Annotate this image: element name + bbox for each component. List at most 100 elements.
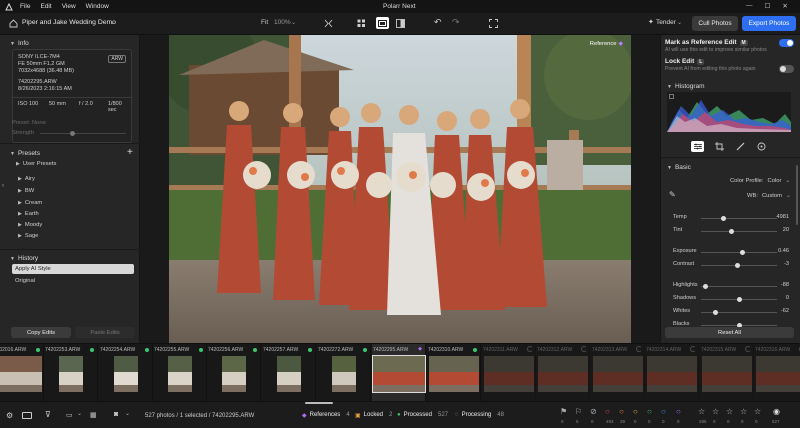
preset-group-user[interactable]: ▶ User Presets [16, 161, 56, 167]
adjust-row-shadows[interactable]: Shadows 0 [661, 295, 800, 305]
filmstrip-thumb[interactable]: 74202255.ARW [153, 344, 207, 402]
home-icon[interactable] [8, 18, 18, 28]
adjust-slider-track[interactable] [701, 284, 777, 289]
adjust-slider-knob[interactable] [728, 229, 734, 234]
filmstrip-thumb[interactable]: 74202257.ARW [262, 344, 316, 402]
grid-sort-icon[interactable]: ▦ [90, 411, 97, 419]
purple-label-icon[interactable]: ○ [676, 407, 681, 416]
filmstrip-thumb[interactable]: 74202272.ARW [317, 344, 371, 402]
preset-chevron-down-icon[interactable]: ⌄ [677, 19, 682, 26]
adjust-slider-knob[interactable] [703, 284, 709, 289]
fullscreen-icon[interactable] [488, 18, 498, 28]
zoom-chevron-down-icon[interactable]: ⌄ [291, 19, 296, 26]
filmstrip-thumb[interactable]: 74202313.ARW [591, 344, 645, 402]
chevron-down-icon[interactable]: ⌄ [77, 410, 82, 417]
blue-label-icon[interactable]: ○ [661, 407, 666, 416]
color-profile-select[interactable]: Color [768, 178, 782, 184]
chevron-down-icon[interactable]: ⌄ [785, 178, 790, 184]
star-rating-4-icon[interactable]: ☆ [740, 407, 747, 416]
redo-icon[interactable]: ↷ [452, 17, 460, 28]
preset-style-select[interactable]: Tender [656, 19, 676, 26]
export-photos-button[interactable]: Export Photos [742, 16, 796, 31]
eyedropper-icon[interactable]: ✎ [669, 190, 676, 199]
adjust-row-temp[interactable]: Temp 4981 [661, 214, 800, 224]
filmstrip-thumb[interactable]: 74202316.ARW [754, 344, 800, 402]
settings-icon[interactable]: ⚙ [6, 411, 13, 420]
preset-item-cream[interactable]: ▶ Cream [18, 200, 42, 206]
keep-flag-icon[interactable]: ⚑ [560, 407, 567, 416]
fit-label[interactable]: Fit [261, 19, 268, 26]
adjust-slider-knob[interactable] [712, 310, 718, 315]
keyboard-icon[interactable] [22, 412, 32, 419]
maximize-icon[interactable]: ☐ [765, 2, 771, 10]
filmstrip-thumb[interactable]: 74202311.ARW [482, 344, 536, 402]
filmstrip-thumb[interactable]: 74202256.ARW [207, 344, 261, 402]
info-section-header[interactable]: ▼ Info [10, 40, 29, 47]
history-item-original[interactable]: Original [15, 278, 35, 284]
side-by-side-icon[interactable] [395, 18, 405, 28]
chevron-down-icon[interactable]: ⌄ [786, 193, 791, 199]
right-scrollbar[interactable] [796, 165, 798, 225]
chevron-left-icon[interactable]: ‹ [2, 183, 4, 189]
reject-flag-icon[interactable]: ⚐ [575, 407, 582, 416]
adjust-row-whites[interactable]: Whites -62 [661, 308, 800, 318]
adjust-value[interactable]: 4981 [777, 214, 789, 220]
compare-split-icon[interactable] [323, 18, 333, 28]
filmstrip-thumb[interactable]: 74202312.ARW [536, 344, 590, 402]
references-status[interactable]: ◆ References 4 [302, 412, 350, 419]
filmstrip-thumb[interactable]: 74202314.ARW [645, 344, 699, 402]
adjust-slider-track[interactable] [701, 310, 777, 315]
folder-icon[interactable]: ▭ [66, 411, 73, 419]
star-rating-3-icon[interactable]: ☆ [726, 407, 733, 416]
adjust-sliders-icon[interactable] [691, 141, 704, 152]
adjust-slider-track[interactable] [701, 263, 777, 268]
clipping-toggle-icon[interactable] [669, 94, 674, 99]
visibility-eye-icon[interactable]: ◉ [773, 407, 780, 416]
main-photo[interactable]: Reference ◆ [169, 35, 631, 343]
red-label-icon[interactable]: ○ [605, 407, 610, 416]
filmstrip-thumb[interactable]: 74202315.ARW [700, 344, 754, 402]
filter-icon[interactable]: ⊽ [45, 410, 51, 419]
adjust-value[interactable]: -3 [784, 261, 789, 267]
filmstrip-scroll-handle[interactable] [305, 402, 333, 404]
grid-view-icon[interactable] [356, 18, 366, 28]
adjust-value[interactable]: 20 [783, 227, 789, 233]
undo-icon[interactable]: ↶ [434, 17, 442, 28]
adjust-row-contrast[interactable]: Contrast -3 [661, 261, 800, 271]
history-item-active[interactable]: Apply AI Style [12, 264, 134, 274]
locked-status[interactable]: ▣ Locked 2 [355, 412, 392, 419]
single-view-icon[interactable] [376, 17, 389, 29]
filmstrip-thumb[interactable]: 74202253.ARW [44, 344, 98, 402]
brush-icon[interactable] [735, 141, 746, 152]
star-rating-2-icon[interactable]: ☆ [712, 407, 719, 416]
zoom-level[interactable]: 100% [274, 19, 291, 26]
adjust-slider-knob[interactable] [736, 297, 742, 302]
minimize-icon[interactable]: — [746, 2, 753, 10]
adjust-slider-knob[interactable] [740, 250, 746, 255]
green-label-icon[interactable]: ○ [647, 407, 652, 416]
preset-item-moody[interactable]: ▶ Moody [18, 222, 42, 228]
wb-select[interactable]: Custom [762, 193, 782, 199]
chevron-down-icon[interactable]: ⌄ [125, 410, 130, 417]
history-section-header[interactable]: ▼ History [10, 255, 38, 262]
adjust-row-exposure[interactable]: Exposure 0.46 [661, 248, 800, 258]
basic-section-header[interactable]: ▼ Basic [667, 164, 691, 171]
adjust-value[interactable]: -62 [781, 308, 789, 314]
project-name[interactable]: Piper and Jake Wedding Demo [22, 19, 116, 26]
adjust-slider-knob[interactable] [734, 263, 740, 268]
menu-window[interactable]: Window [86, 3, 109, 10]
add-preset-icon[interactable]: + [127, 147, 133, 158]
reset-all-button[interactable]: Reset All [665, 327, 794, 338]
star-rating-1-icon[interactable]: ☆ [698, 407, 705, 416]
preset-item-earth[interactable]: ▶ Earth [18, 211, 39, 217]
yellow-label-icon[interactable]: ○ [633, 407, 638, 416]
copy-edits-button[interactable]: Copy Edits [11, 327, 71, 338]
cull-photos-button[interactable]: Cull Photos [692, 16, 738, 31]
effects-icon[interactable] [756, 141, 767, 152]
presets-section-header[interactable]: ▼ Presets [10, 150, 40, 157]
preset-item-bw[interactable]: ▶ BW [18, 188, 34, 194]
crop-icon[interactable] [714, 141, 725, 152]
processed-status[interactable]: ● Processed 527 [397, 412, 448, 418]
adjust-row-highlights[interactable]: Highlights -88 [661, 282, 800, 292]
filmstrip-thumb[interactable]: 74202310.ARW [427, 344, 481, 402]
